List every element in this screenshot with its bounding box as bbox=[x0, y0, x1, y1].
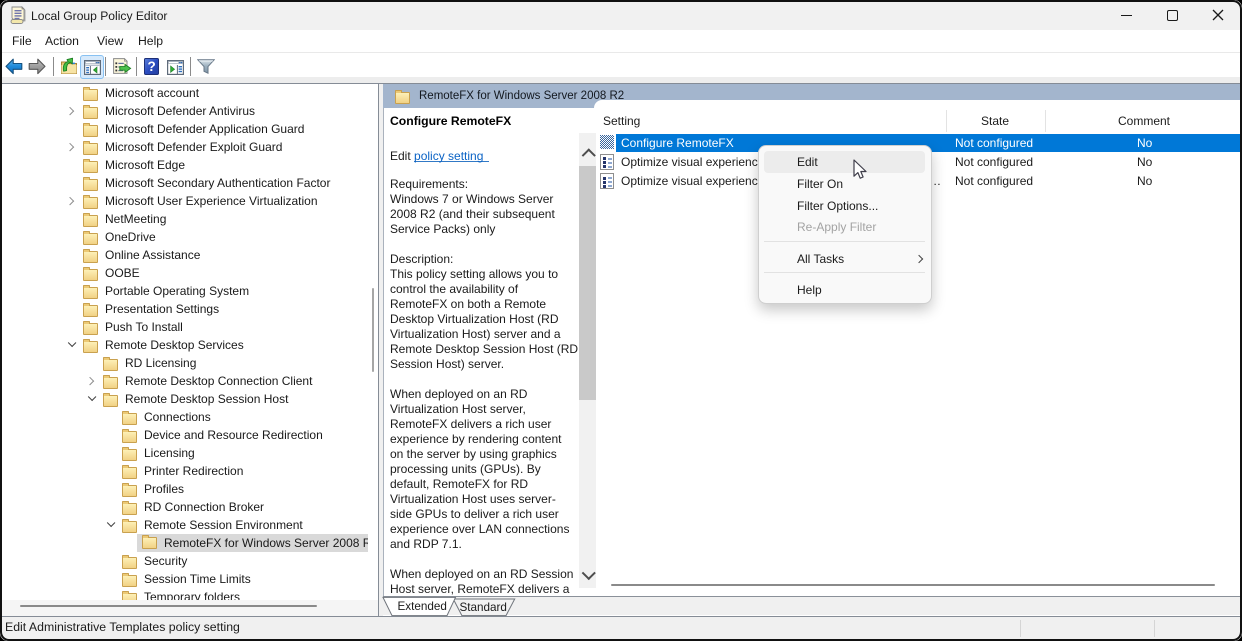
svg-text:?: ? bbox=[147, 59, 155, 74]
